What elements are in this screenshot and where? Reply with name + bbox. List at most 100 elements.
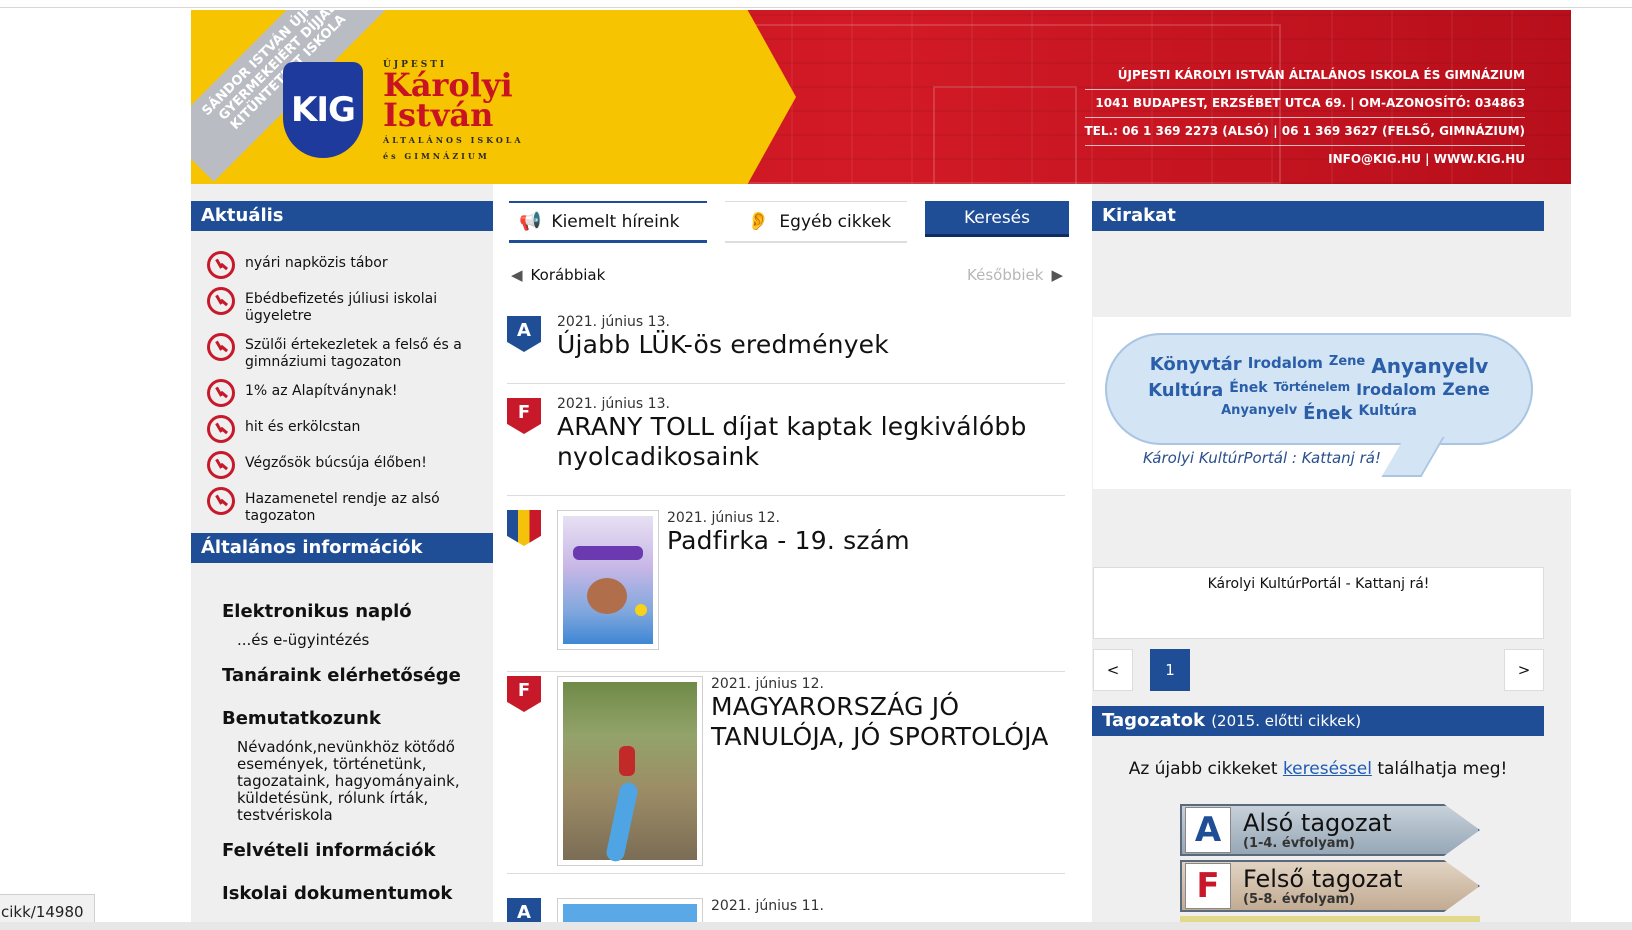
article-title[interactable]: Padfirka - 19. szám bbox=[667, 526, 910, 556]
cloud-word: Anyanyelv bbox=[1221, 403, 1298, 418]
prev-articles-link[interactable]: ◀ Korábbiak bbox=[511, 266, 605, 284]
school-web: INFO@KIG.HU | WWW.KIG.HU bbox=[1328, 152, 1525, 166]
search-link[interactable]: kereséssel bbox=[1283, 759, 1372, 779]
news-link[interactable]: Ebédbefizetés júliusi iskolai ügyeletre bbox=[245, 287, 493, 325]
clock-icon bbox=[207, 287, 235, 315]
kirakat-heading: Kirakat bbox=[1092, 201, 1544, 231]
article-item[interactable]: A 2021. június 13. Újabb LÜK-ös eredmény… bbox=[507, 314, 1065, 384]
article-text: 2021. június 13. Újabb LÜK-ös eredmények bbox=[557, 314, 889, 360]
thumbnail-fill bbox=[563, 904, 697, 922]
news-link[interactable]: Szülői értekezletek a felső és a gimnázi… bbox=[245, 333, 493, 371]
next-articles-link[interactable]: Későbbiek ▶ bbox=[967, 266, 1063, 284]
also-letter-icon: A bbox=[1185, 807, 1231, 853]
horizontal-scrollbar[interactable] bbox=[0, 922, 1632, 930]
school-name: ÚJPESTI KÁROLYI ISTVÁN ÁLTALÁNOS ISKOLA … bbox=[1084, 62, 1525, 90]
paddler-shape bbox=[619, 746, 635, 776]
cover-title-shape bbox=[573, 546, 643, 560]
cloud-word: Történelem bbox=[1273, 380, 1351, 394]
also-years: (1-4. évfolyam) bbox=[1243, 835, 1355, 851]
felso-letter-icon: F bbox=[1185, 863, 1231, 909]
enaplo-link[interactable]: Elektronikus napló bbox=[222, 601, 493, 622]
cover-duck-shape bbox=[635, 604, 647, 616]
about-us-sub[interactable]: Névadónk,nevünkhöz kötődő események, tör… bbox=[237, 739, 467, 824]
list-item[interactable]: Hazamenetel rendje az alsó tagozaton bbox=[207, 487, 493, 525]
felso-tagozat-button[interactable]: F Felső tagozat (5-8. évfolyam) bbox=[1180, 860, 1480, 912]
triangle-left-icon: ◀ bbox=[511, 266, 523, 284]
clock-icon bbox=[207, 251, 235, 279]
kulturportal-banner[interactable]: Könyvtár Irodalom Zene Anyanyelv Kultúra… bbox=[1093, 317, 1571, 489]
tagozat-a-badge: A bbox=[507, 316, 541, 352]
kirakat-next-button[interactable]: > bbox=[1504, 649, 1544, 691]
news-link[interactable]: nyári napközis tábor bbox=[245, 251, 388, 272]
cover-dog-shape bbox=[587, 578, 627, 614]
list-item[interactable]: Szülői értekezletek a felső és a gimnázi… bbox=[207, 333, 493, 371]
list-item[interactable]: Ebédbefizetés júliusi iskolai ügyeletre bbox=[207, 287, 493, 325]
admission-info-link[interactable]: Felvételi információk bbox=[222, 840, 493, 861]
right-sidebar: Kirakat Könyvtár Irodalom Zene Anyanyelv… bbox=[1092, 184, 1571, 930]
article-text: 2021. június 12. MAGYARORSZÁG JÓ TANULÓJ… bbox=[711, 676, 1051, 752]
photo-river bbox=[563, 682, 697, 863]
clock-icon bbox=[207, 379, 235, 407]
kulturportal-caption: Károlyi KultúrPortál : Kattanj rá! bbox=[1143, 449, 1381, 467]
prev-label: Korábbiak bbox=[530, 266, 606, 284]
teachers-contact-link[interactable]: Tanáraink elérhetősége bbox=[222, 665, 493, 686]
article-title[interactable]: ARANY TOLL díjat kaptak legkiválóbb nyol… bbox=[557, 412, 1047, 472]
article-item[interactable]: F 2021. június 12. MAGYARORSZÁG JÓ TANUL… bbox=[507, 674, 1065, 874]
tagozat-f-badge: F bbox=[507, 676, 541, 712]
article-date: 2021. június 13. bbox=[557, 314, 670, 330]
search-tab-button[interactable]: Keresés bbox=[925, 201, 1069, 237]
felso-name: Felső tagozat bbox=[1243, 864, 1403, 893]
school-docs-link[interactable]: Iskolai dokumentumok bbox=[222, 883, 493, 904]
school-logo-text: ÚJPESTI Károlyi István ÁLTALÁNOS ISKOLA … bbox=[383, 60, 524, 162]
also-tagozat-button[interactable]: A Alsó tagozat (1-4. évfolyam) bbox=[1180, 804, 1480, 856]
cloud-word: Ének bbox=[1303, 403, 1353, 424]
news-link[interactable]: Hazamenetel rendje az alsó tagozaton bbox=[245, 487, 493, 525]
felso-years: (5-8. évfolyam) bbox=[1243, 891, 1355, 907]
article-pager: ◀ Korábbiak Későbbiek ▶ bbox=[511, 266, 1063, 288]
clock-icon bbox=[207, 487, 235, 515]
tab-bar: 📢 Kiemelt híreink 👂 Egyéb cikkek Keresés bbox=[509, 201, 1069, 243]
word-cloud-bubble: Könyvtár Irodalom Zene Anyanyelv Kultúra… bbox=[1105, 333, 1533, 445]
school-phones: TEL.: 06 1 369 2273 (ALSÓ) | 06 1 369 36… bbox=[1084, 118, 1525, 146]
ear-icon: 👂 bbox=[747, 211, 770, 232]
logo-sub-1: ÁLTALÁNOS ISKOLA bbox=[383, 135, 524, 145]
cloud-word: Irodalom bbox=[1247, 354, 1323, 372]
news-link[interactable]: 1% az Alapítványnak! bbox=[245, 379, 398, 400]
felso-labels: Felső tagozat (5-8. évfolyam) bbox=[1243, 866, 1403, 907]
header-banner[interactable]: SÁNDOR ISTVÁN ÚJPEST GYERMEKEIÉRT DÍJJAL… bbox=[191, 10, 1571, 184]
triangle-right-icon: ▶ bbox=[1051, 266, 1063, 284]
list-item[interactable]: nyári napközis tábor bbox=[207, 251, 493, 279]
tagozatok-title: Tagozatok bbox=[1102, 710, 1205, 731]
kulturportal-card[interactable]: Károlyi KultúrPortál - Kattanj rá! bbox=[1093, 567, 1544, 639]
left-sidebar: Aktuális nyári napközis tábor Ebédbefize… bbox=[191, 184, 493, 930]
list-item[interactable]: 1% az Alapítványnak! bbox=[207, 379, 493, 407]
padfirka-cover-image[interactable] bbox=[557, 510, 659, 650]
note-text-before: Az újabb cikkeket bbox=[1128, 759, 1283, 779]
aktualis-list: nyári napközis tábor Ebédbefizetés júliu… bbox=[191, 231, 493, 525]
kirakat-prev-button[interactable]: < bbox=[1093, 649, 1133, 691]
article-item[interactable]: 2021. június 12. Padfirka - 19. szám bbox=[507, 508, 1065, 672]
kayak-photo[interactable] bbox=[557, 676, 703, 866]
list-item[interactable]: hit és erkölcstan bbox=[207, 415, 493, 443]
tab-egyeb-label: Egyéb cikkek bbox=[779, 211, 892, 232]
cloud-word: Zene bbox=[1328, 354, 1366, 369]
about-us-link[interactable]: Bemutatkozunk bbox=[222, 708, 493, 729]
tab-egyeb[interactable]: 👂 Egyéb cikkek bbox=[725, 201, 907, 243]
kirakat-page-1[interactable]: 1 bbox=[1150, 649, 1190, 691]
cloud-word: Könyvtár bbox=[1149, 354, 1242, 375]
article-title[interactable]: MAGYARORSZÁG JÓ TANULÓJA, JÓ SPORTOLÓJA bbox=[711, 692, 1051, 752]
list-item[interactable]: Végzősök búcsúja élőben! bbox=[207, 451, 493, 479]
news-link[interactable]: Végzősök búcsúja élőben! bbox=[245, 451, 427, 472]
article-title[interactable]: Újabb LÜK-ös eredmények bbox=[557, 330, 889, 360]
cloud-word: Anyanyelv bbox=[1371, 354, 1489, 378]
news-link[interactable]: hit és erkölcstan bbox=[245, 415, 360, 436]
article-text: 2021. június 13. ARANY TOLL díjat kaptak… bbox=[557, 396, 1047, 472]
also-labels: Alsó tagozat (1-4. évfolyam) bbox=[1243, 810, 1392, 851]
tab-kiemelt-label: Kiemelt híreink bbox=[551, 211, 680, 232]
enaplo-sub-link[interactable]: ...és e-ügyintézés bbox=[237, 632, 493, 649]
article-date: 2021. június 12. bbox=[711, 676, 824, 692]
browser-top-edge bbox=[0, 0, 1632, 8]
tab-kiemelt[interactable]: 📢 Kiemelt híreink bbox=[509, 201, 707, 243]
article-item[interactable]: F 2021. június 13. ARANY TOLL díjat kapt… bbox=[507, 396, 1065, 496]
logo-name-2: István bbox=[383, 96, 494, 134]
